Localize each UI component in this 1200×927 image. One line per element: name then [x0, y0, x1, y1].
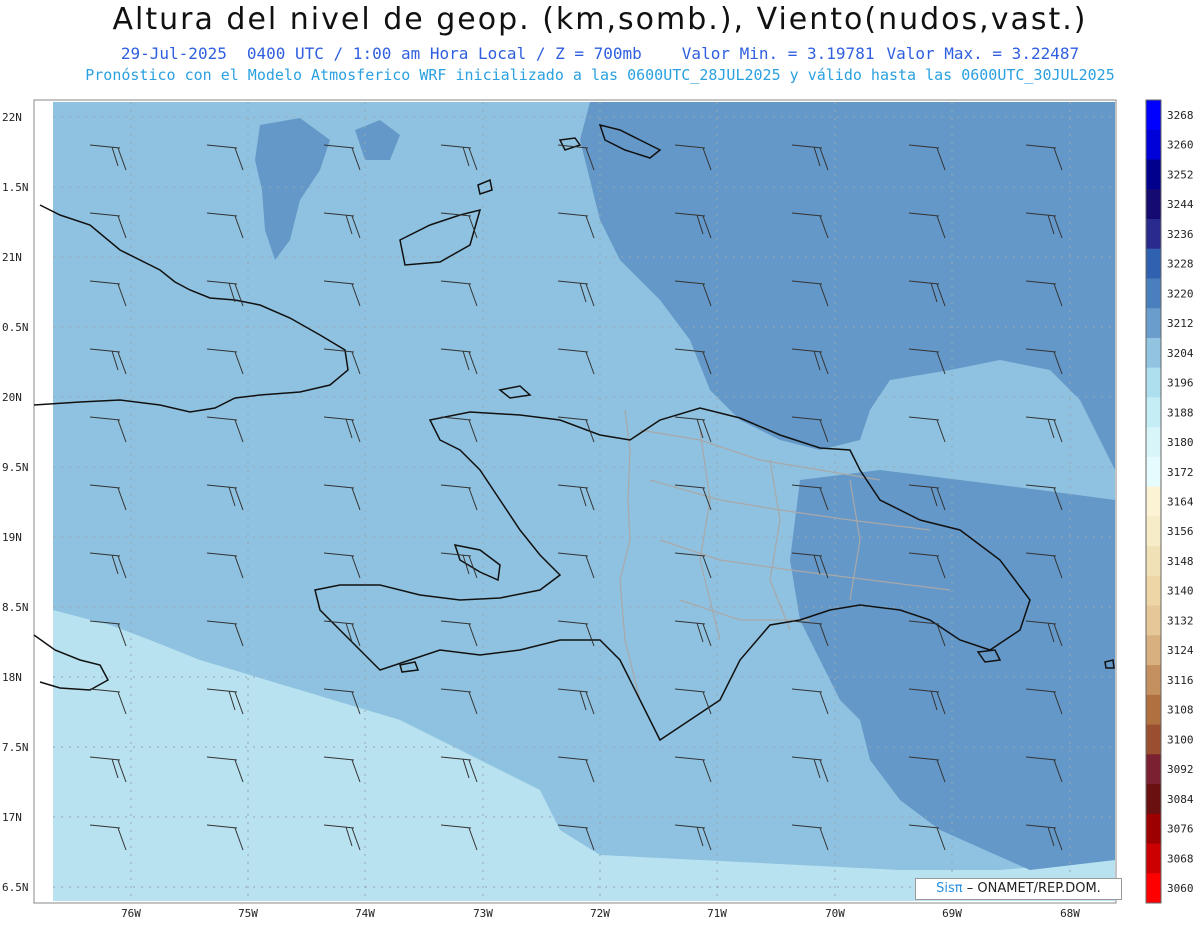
lon-label: 72W	[590, 907, 610, 920]
colorbar-swatch	[1146, 813, 1161, 845]
colorbar-label: 3196	[1167, 377, 1194, 390]
map-frame	[33, 99, 1117, 904]
lon-label: 71W	[707, 907, 727, 920]
lon-label: 69W	[942, 907, 962, 920]
lat-axis-labels: 22N 1.5N 21N 0.5N 20N 9.5N 19N 8.5N 18N …	[2, 111, 29, 894]
colorbar-label: 3084	[1167, 793, 1194, 806]
onamet-watermark: Sisπ – ONAMET/REP.DOM.	[915, 878, 1122, 900]
colorbar-label: 3068	[1167, 852, 1194, 865]
colorbar-label: 3252	[1167, 168, 1194, 181]
colorbar-swatch	[1146, 784, 1161, 815]
colorbar-label: 3180	[1167, 436, 1194, 449]
lat-label: 6.5N	[2, 881, 29, 894]
lat-label: 19N	[2, 531, 22, 544]
colorbar-label: 3124	[1167, 644, 1194, 657]
lon-label: 70W	[825, 907, 845, 920]
colorbar-label: 3116	[1167, 674, 1194, 687]
colorbar-label: 3076	[1167, 823, 1194, 836]
colorbar-label: 3156	[1167, 525, 1194, 538]
colorbar-label: 3260	[1167, 139, 1194, 152]
watermark-text: – ONAMET/REP.DOM.	[966, 881, 1101, 896]
colorbar-label: 3164	[1167, 496, 1194, 509]
colorbar-label: 3092	[1167, 763, 1194, 776]
lon-axis-labels: 76W 75W 74W 73W 72W 71W 70W 69W 68W	[121, 907, 1080, 920]
lon-label: 68W	[1060, 907, 1080, 920]
colorbar-label: 3148	[1167, 555, 1194, 568]
colorbar-label: 3244	[1167, 198, 1194, 211]
colorbar-swatch	[1146, 397, 1161, 428]
lat-label: 9.5N	[2, 461, 29, 474]
colorbar-label: 3108	[1167, 704, 1194, 717]
colorbar-swatch	[1146, 575, 1161, 607]
colorbar-label: 3268	[1167, 109, 1194, 122]
colorbar-swatch	[1146, 129, 1161, 160]
lon-label: 76W	[121, 907, 141, 920]
sispi-logo: Sisπ	[936, 881, 963, 896]
colorbar-swatch	[1146, 754, 1161, 785]
colorbar-label: 3100	[1167, 733, 1194, 746]
colorbar-swatch	[1146, 665, 1161, 696]
lat-label: 0.5N	[2, 321, 29, 334]
colorbar-swatch	[1146, 278, 1161, 309]
colorbar-swatch	[1146, 248, 1161, 279]
lat-label: 18N	[2, 671, 22, 684]
lat-label: 20N	[2, 391, 22, 404]
colorbar-swatch	[1146, 337, 1161, 369]
colorbar-swatch	[1146, 218, 1161, 250]
colorbar-swatch	[1146, 873, 1161, 904]
colorbar-swatch	[1146, 159, 1161, 190]
colorbar-label: 3220	[1167, 287, 1194, 300]
colorbar-swatch	[1146, 843, 1161, 874]
colorbar-swatch	[1146, 605, 1161, 636]
colorbar-label: 3140	[1167, 585, 1194, 598]
colorbar-label: 3172	[1167, 466, 1194, 479]
lat-label: 17N	[2, 811, 22, 824]
colorbar-swatch	[1146, 367, 1161, 398]
colorbar-swatch	[1146, 724, 1161, 755]
lon-label: 73W	[473, 907, 493, 920]
lat-label: 7.5N	[2, 741, 29, 754]
colorbar-label: 3236	[1167, 228, 1194, 241]
colorbar-swatch	[1146, 100, 1161, 131]
colorbar-swatch	[1146, 189, 1161, 220]
colorbar-label: 3228	[1167, 258, 1194, 271]
colorbar-label: 3204	[1167, 347, 1194, 360]
colorbar-swatch	[1146, 456, 1161, 488]
lon-label: 75W	[238, 907, 258, 920]
colorbar-label: 3060	[1167, 882, 1194, 895]
colorbar-swatch	[1146, 516, 1161, 547]
colorbar-swatch	[1146, 427, 1161, 458]
lon-label: 74W	[355, 907, 375, 920]
colorbar-swatch	[1146, 546, 1161, 577]
colorbar-swatch	[1146, 486, 1161, 517]
lat-label: 8.5N	[2, 601, 29, 614]
colorbar-label: 3132	[1167, 614, 1194, 627]
colorbar: 3268 3260 3252 3244 3236 3228 3220 3212 3204 3196…	[1145, 99, 1194, 904]
colorbar-swatch	[1146, 694, 1161, 726]
lat-label: 22N	[2, 111, 22, 124]
lat-label: 21N	[2, 251, 22, 264]
colorbar-swatch	[1146, 308, 1161, 339]
lat-label: 1.5N	[2, 181, 29, 194]
colorbar-label: 3188	[1167, 406, 1194, 419]
colorbar-label: 3212	[1167, 317, 1194, 330]
weather-map: 22N 1.5N 21N 0.5N 20N 9.5N 19N 8.5N 18N …	[2, 99, 1194, 920]
colorbar-swatch	[1146, 635, 1161, 666]
